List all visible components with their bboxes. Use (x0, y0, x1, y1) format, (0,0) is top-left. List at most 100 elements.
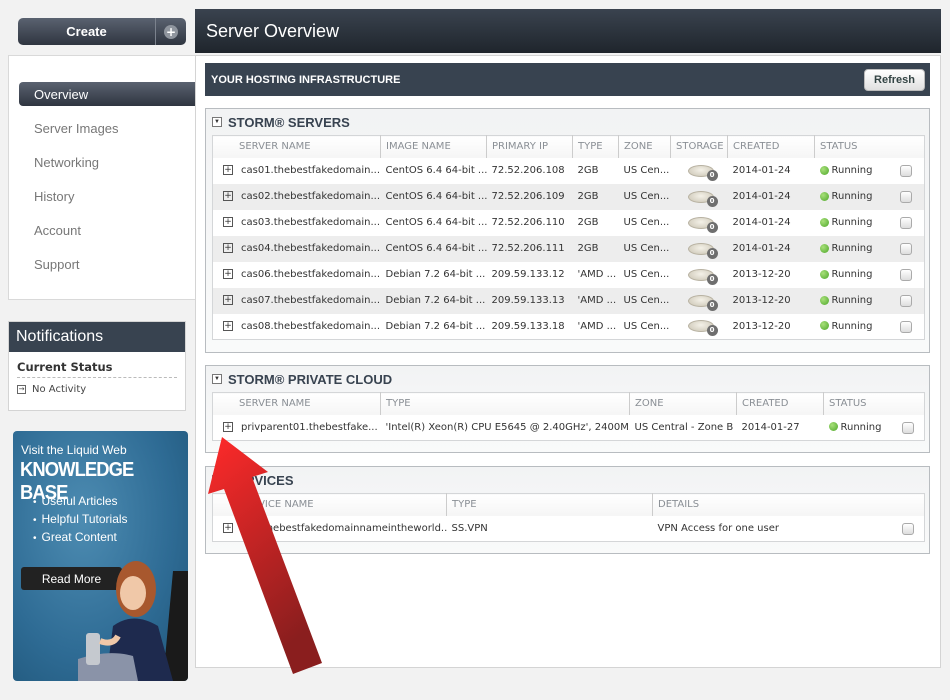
services-section: ▼ SERVICES SERVICE NAME TYPE DETAILS + vp… (205, 466, 930, 554)
column-header[interactable]: TYPE (446, 493, 653, 516)
expand-row-icon[interactable]: + (223, 217, 233, 227)
expand-row-icon[interactable]: + (223, 522, 233, 533)
expand-row-icon[interactable]: + (223, 191, 233, 201)
server-name[interactable]: cas01.thebestfakedomain... (241, 165, 380, 176)
storage-disk-icon[interactable]: 0 (687, 189, 718, 207)
row-checkbox[interactable] (902, 522, 914, 535)
column-header[interactable]: IMAGE NAME (380, 135, 487, 158)
storage-cell: 0 (671, 314, 728, 340)
server-name[interactable]: cas04.thebestfakedomain... (241, 243, 380, 254)
sidebar-item-server-images[interactable]: Server Images (9, 111, 196, 145)
arrow-right-icon: → (17, 385, 26, 394)
column-header[interactable]: SERVER NAME (212, 135, 381, 158)
server-created: 2014-01-27 (741, 421, 800, 433)
server-zone: US Cen... (618, 183, 671, 210)
infrastructure-bar: YOUR HOSTING INFRASTRUCTURE Refresh (205, 63, 930, 96)
column-header[interactable]: ZONE (618, 135, 671, 158)
column-header[interactable]: TYPE (380, 392, 630, 415)
row-checkbox[interactable] (900, 216, 912, 229)
column-header[interactable]: TYPE (572, 135, 619, 158)
primary-ip: 72.52.206.109 (486, 183, 573, 210)
ad-bullet: Helpful Tutorials (33, 512, 128, 530)
server-name[interactable]: cas02.thebestfakedomain... (241, 191, 380, 202)
server-zone: US Cen... (618, 235, 671, 262)
expand-row-icon[interactable]: + (223, 269, 233, 279)
row-checkbox[interactable] (902, 421, 914, 434)
sidebar-item-networking[interactable]: Networking (9, 145, 196, 179)
expand-row-icon[interactable]: + (223, 295, 233, 305)
storage-cell: 0 (670, 235, 728, 262)
sidebar-item-support[interactable]: Support (9, 247, 196, 281)
column-header[interactable]: STATUS (823, 392, 925, 415)
row-checkbox[interactable] (900, 268, 912, 281)
status-running-icon (819, 243, 829, 253)
server-name[interactable]: privparent01.thebestfake... (241, 422, 378, 433)
row-checkbox[interactable] (900, 164, 912, 177)
expand-row-icon[interactable]: + (223, 165, 233, 175)
image-name: Debian 7.2 64-bit ... (385, 269, 486, 280)
primary-ip: 72.52.206.111 (486, 235, 573, 262)
server-created: 2014-01-24 (727, 183, 815, 210)
create-dropdown-button[interactable]: + (155, 18, 186, 45)
status-running-icon (819, 295, 829, 305)
knowledge-base-ad[interactable]: Visit the Liquid Web KNOWLEDGE BASE Usef… (13, 431, 188, 681)
column-header[interactable]: ZONE (629, 392, 737, 415)
status-text: Running (840, 421, 882, 433)
status-cell: Running (815, 314, 925, 340)
expand-row-icon[interactable]: + (223, 421, 233, 432)
create-button-label: Create (66, 24, 107, 39)
expand-row-icon[interactable]: + (223, 243, 233, 253)
column-header[interactable]: CREATED (727, 135, 815, 158)
server-type: 'AMD ... (577, 320, 617, 332)
status-running-icon (819, 269, 829, 279)
row-checkbox[interactable] (900, 294, 912, 307)
server-type: 'AMD ... (577, 269, 617, 280)
support-agent-image (78, 561, 188, 681)
storage-disk-icon[interactable]: 0 (687, 163, 718, 181)
storage-disk-icon[interactable]: 0 (687, 293, 718, 311)
server-name[interactable]: cas08.thebestfakedomain... (241, 321, 380, 332)
table-row: + cas04.thebestfakedomain... CentOS 6.4 64… (212, 235, 925, 262)
storage-disk-icon[interactable]: 0 (687, 318, 718, 337)
table-row: + cas06.thebestfakedomain... Debian 7.2 64… (213, 262, 925, 288)
server-name[interactable]: cas03.thebestfakedomain... (241, 217, 380, 228)
table-row: + cas07.thebestfakedomain... Debian 7.2 64… (212, 287, 925, 314)
image-name: CentOS 6.4 64-bit ... (385, 217, 487, 228)
column-header[interactable]: SERVICE NAME (212, 493, 447, 516)
storage-disk-icon[interactable]: 0 (687, 241, 718, 259)
storage-cell: 0 (670, 183, 728, 210)
collapse-toggle-icon[interactable]: ▼ (212, 117, 222, 127)
server-name[interactable]: cas06.thebestfakedomain... (241, 269, 380, 280)
status-text: Running (831, 165, 873, 176)
column-header[interactable]: STORAGE (670, 135, 728, 158)
sidebar-item-history[interactable]: History (9, 179, 196, 213)
sidebar-item-overview[interactable]: Overview (19, 82, 196, 106)
column-header[interactable]: STATUS (814, 135, 925, 158)
server-created: 2014-01-24 (732, 217, 791, 228)
collapse-toggle-icon[interactable]: ▼ (212, 475, 222, 485)
row-checkbox[interactable] (900, 242, 912, 255)
storage-disk-icon[interactable]: 0 (687, 215, 718, 233)
expand-row-icon[interactable]: + (223, 320, 233, 331)
server-name[interactable]: cas07.thebestfakedomain... (241, 295, 380, 306)
status-cell: Running (814, 287, 925, 314)
row-checkbox[interactable] (900, 320, 912, 333)
refresh-button[interactable]: Refresh (864, 68, 925, 91)
status-running-icon (819, 321, 829, 331)
status-cell: Running (815, 158, 925, 184)
column-header[interactable]: PRIMARY IP (486, 135, 573, 158)
sidebar-item-account[interactable]: Account (9, 213, 196, 247)
collapse-toggle-icon[interactable]: ▼ (212, 374, 222, 384)
storage-disk-icon[interactable]: 0 (687, 267, 718, 285)
image-name: CentOS 6.4 64-bit ... (385, 165, 487, 176)
column-header[interactable]: CREATED (736, 392, 824, 415)
column-header[interactable]: SERVER NAME (212, 392, 381, 415)
service-name[interactable]: vpn.thebestfakedomainnameintheworld... (241, 523, 447, 534)
server-zone: US Cen... (623, 269, 670, 280)
ad-bullets: Useful Articles Helpful Tutorials Great … (33, 494, 128, 548)
row-checkbox[interactable] (900, 190, 912, 203)
storm-servers-section: ▼ STORM® SERVERS SERVER NAME IMAGE NAME … (205, 108, 930, 353)
column-header[interactable]: DETAILS (652, 493, 925, 516)
create-button[interactable]: Create + (18, 18, 186, 45)
status-text: Running (831, 243, 873, 254)
